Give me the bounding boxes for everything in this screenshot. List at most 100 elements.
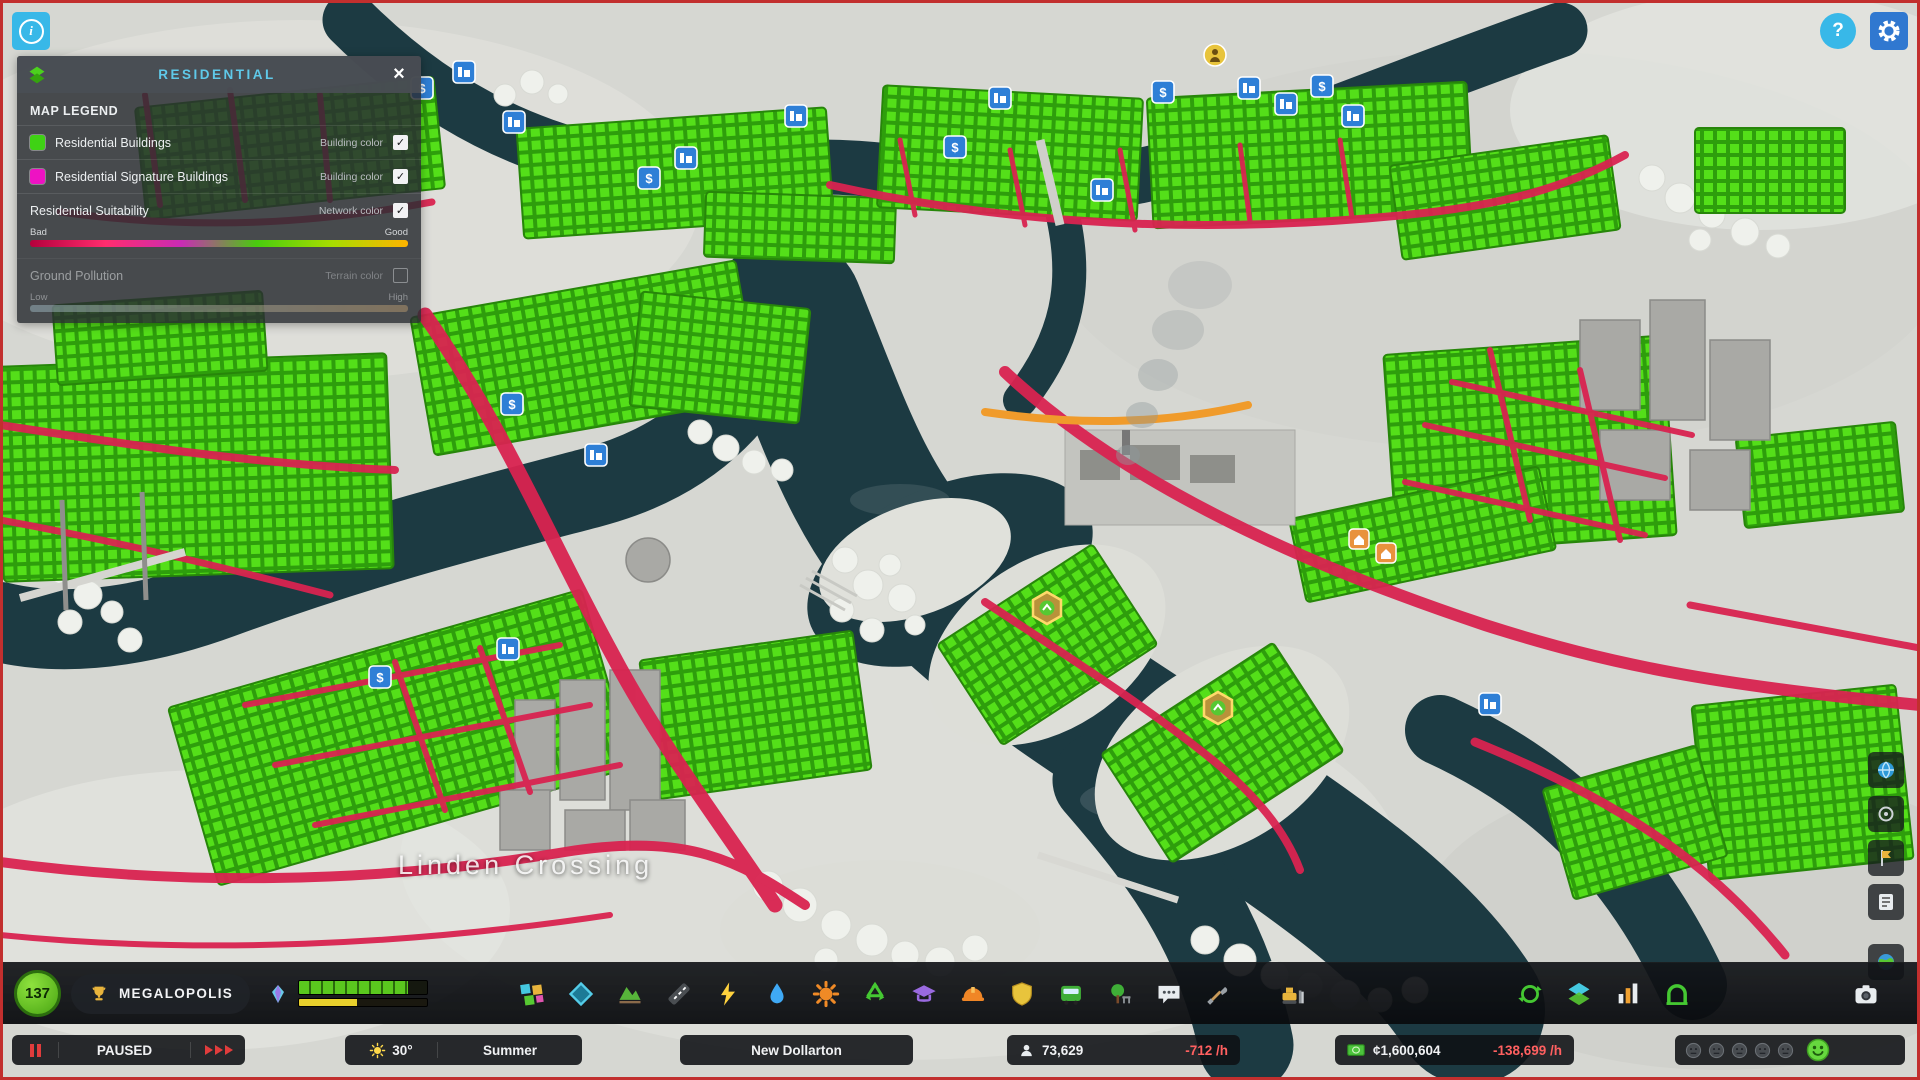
- electricity-tool-button[interactable]: [712, 977, 744, 1011]
- treasury-value: ¢1,600,604: [1373, 1042, 1441, 1058]
- sun-icon: [369, 1042, 386, 1058]
- gear-icon: [1878, 20, 1900, 42]
- healthcare-icon: [812, 980, 840, 1007]
- statistics-button[interactable]: [1612, 977, 1644, 1011]
- info-views-button[interactable]: [1563, 977, 1595, 1011]
- milestone-button[interactable]: MEGALOPOLIS: [71, 973, 251, 1014]
- arch-icon: [1666, 983, 1688, 1005]
- suitability-gradient-bar: [30, 240, 408, 247]
- roads-icon: [668, 982, 690, 1005]
- areas-icon: [568, 981, 594, 1006]
- happiness-pill[interactable]: [1675, 1035, 1905, 1065]
- scale-low-label: Low: [30, 292, 48, 303]
- water-tool-button[interactable]: [761, 977, 793, 1011]
- checkbox-residential[interactable]: ✓: [393, 135, 408, 150]
- chat-bubble-icon: [1158, 985, 1180, 1003]
- fire-rescue-tool-button[interactable]: [957, 977, 989, 1011]
- recycle-icon: [865, 981, 885, 1000]
- legend-row-suitability: Residential Suitability Network color ✓ …: [17, 193, 421, 258]
- residential-swatch: [30, 135, 45, 150]
- settings-button[interactable]: [1870, 12, 1908, 50]
- trophy-icon: [92, 986, 106, 1000]
- shovel-icon: [1207, 986, 1228, 1005]
- crystal-icon: [272, 984, 285, 1003]
- pause-state-label: PAUSED: [96, 1042, 153, 1058]
- areas-tool-button[interactable]: [565, 977, 597, 1011]
- fire-helmet-icon: [961, 986, 985, 1001]
- landscaping-tool-button[interactable]: [1202, 977, 1234, 1011]
- scale-low-label: Bad: [30, 227, 47, 238]
- healthcare-tool-button[interactable]: [810, 977, 842, 1011]
- scale-high-label: Good: [384, 227, 408, 238]
- progression-button[interactable]: [1661, 977, 1693, 1011]
- globe-icon: [1878, 761, 1894, 779]
- bulldozer-tool-button[interactable]: [1277, 977, 1309, 1011]
- terrain-tool-button[interactable]: [614, 977, 646, 1011]
- bar-chart-icon: [1618, 983, 1638, 1003]
- help-button[interactable]: ?: [1820, 13, 1856, 49]
- camera-icon: [1855, 985, 1877, 1004]
- close-icon[interactable]: ×: [387, 63, 411, 87]
- zoning-tool-button[interactable]: [516, 977, 548, 1011]
- info-icon: i: [18, 18, 44, 44]
- electricity-icon: [721, 981, 736, 1006]
- globe-button[interactable]: [1868, 752, 1904, 788]
- help-icon: ?: [1832, 20, 1844, 41]
- treasury-pill[interactable]: ¢1,600,604 -138,699 /h: [1335, 1035, 1574, 1065]
- roads-tool-button[interactable]: [663, 977, 695, 1011]
- bulldozer-icon: [1282, 987, 1304, 1004]
- money-icon: [1347, 1044, 1365, 1056]
- fast-forward-icon: [203, 1043, 233, 1058]
- photo-mode-button[interactable]: [1850, 977, 1882, 1011]
- neutral-face-icon: [1708, 1042, 1725, 1058]
- pause-button[interactable]: [12, 1035, 58, 1065]
- city-area-label: Linden Crossing: [398, 850, 654, 880]
- parks-tool-button[interactable]: [1104, 977, 1136, 1011]
- journal-button[interactable]: [1868, 884, 1904, 920]
- city-name: New Dollarton: [751, 1042, 842, 1058]
- signature-marker: [1202, 690, 1234, 726]
- locate-button[interactable]: [1868, 796, 1904, 832]
- speed-button[interactable]: [191, 1035, 245, 1065]
- checkbox-suitability[interactable]: ✓: [393, 203, 408, 218]
- transportation-tool-button[interactable]: [1055, 977, 1087, 1011]
- locate-icon: [1878, 806, 1894, 822]
- journal-icon: [1879, 894, 1893, 910]
- shield-icon: [1012, 981, 1032, 1006]
- checkbox-pollution[interactable]: [393, 268, 408, 283]
- legend-row-signature-buildings: Residential Signature Buildings Building…: [17, 159, 421, 193]
- map-layers-icon: [1568, 982, 1590, 1005]
- economy-icon: [1518, 984, 1542, 1003]
- residential-zone-icon: [29, 66, 45, 83]
- population-value: 73,629: [1042, 1042, 1084, 1058]
- communications-tool-button[interactable]: [1153, 977, 1185, 1011]
- milestone-label: MEGALOPOLIS: [119, 986, 234, 1001]
- neutral-face-icon: [1777, 1042, 1794, 1058]
- neutral-face-icon: [1731, 1042, 1748, 1058]
- garbage-tool-button[interactable]: [859, 977, 891, 1011]
- citizen-marker: [1203, 43, 1227, 67]
- city-name-pill: New Dollarton: [680, 1035, 913, 1065]
- checkbox-signature[interactable]: ✓: [393, 169, 408, 184]
- bus-icon: [1061, 985, 1081, 1005]
- landmark-button[interactable]: [1868, 840, 1904, 876]
- legend-header[interactable]: RESIDENTIAL ×: [17, 56, 421, 93]
- scale-high-label: High: [388, 292, 408, 303]
- info-button[interactable]: i: [12, 12, 50, 50]
- housing-marker: [1348, 528, 1370, 550]
- legend-row-ground-pollution: Ground Pollution Terrain color Low High: [17, 258, 421, 323]
- population-pill[interactable]: 73,629 -712 /h: [1007, 1035, 1240, 1065]
- milestone-progress-bar: [298, 980, 429, 995]
- xp-badge[interactable]: 137: [14, 970, 61, 1017]
- neutral-face-icon: [1754, 1042, 1771, 1058]
- main-toolbar: 137 MEGALOPOLIS: [0, 962, 1920, 1024]
- signature-swatch: [30, 169, 45, 184]
- map-legend-panel: RESIDENTIAL × MAP LEGEND Residential Bui…: [17, 56, 421, 323]
- legend-title: RESIDENTIAL: [158, 67, 276, 82]
- education-tool-button[interactable]: [908, 977, 940, 1011]
- temperature-value: 30°: [392, 1042, 413, 1058]
- flag-icon: [1881, 850, 1891, 866]
- police-tool-button[interactable]: [1006, 977, 1038, 1011]
- economy-button[interactable]: [1514, 977, 1546, 1011]
- weather-control[interactable]: 30° Summer: [345, 1035, 582, 1065]
